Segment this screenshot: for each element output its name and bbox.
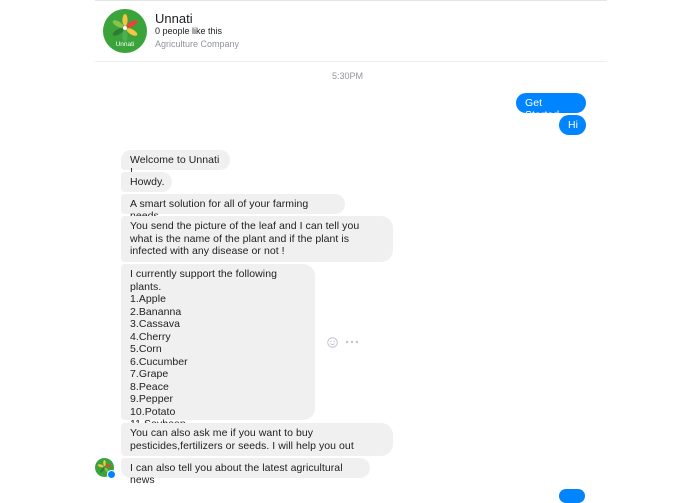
page-category: Agriculture Company (155, 39, 240, 49)
sender-avatar[interactable] (95, 458, 116, 479)
page-header: Unnati Unnati 0 people like this Agricul… (95, 1, 607, 62)
page-name[interactable]: Unnati (155, 11, 193, 26)
outgoing-message: Get Started (516, 93, 586, 121)
smiley-icon[interactable] (327, 337, 338, 348)
leaf-logo-icon: Unnati (112, 14, 138, 48)
page-avatar[interactable]: Unnati (103, 9, 147, 53)
logo-text: Unnati (116, 41, 135, 48)
incoming-message: You send the picture of the leaf and I c… (121, 216, 393, 262)
incoming-message: I can also tell you about the latest agr… (121, 458, 370, 486)
incoming-message: I currently support the following plants… (121, 264, 315, 430)
messenger-badge-icon (107, 470, 116, 479)
incoming-message: You can also ask me if you want to buy p… (121, 423, 393, 456)
incoming-message: A smart solution for all of your farming… (121, 194, 345, 222)
outgoing-message-partial (559, 489, 585, 503)
incoming-message: Welcome to Unnati ! (121, 150, 230, 178)
incoming-message: Howdy. (121, 172, 172, 192)
message-timestamp: 5:30PM (331, 71, 364, 81)
more-options-icon[interactable] (345, 338, 359, 346)
outgoing-message: Hi (559, 115, 586, 135)
page-likes: 0 people like this (155, 26, 223, 36)
